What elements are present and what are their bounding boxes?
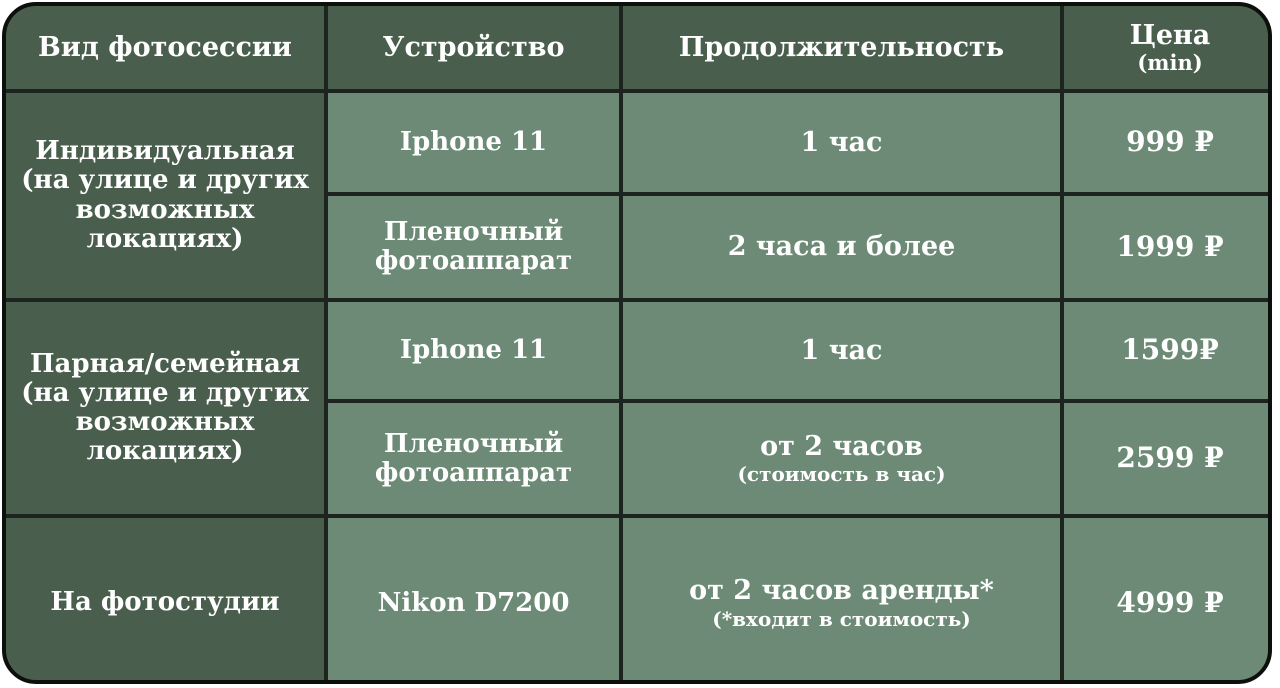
category-line: (на улице и других — [21, 377, 309, 408]
duration-cell: 2 часа и более — [623, 196, 1060, 298]
price-value: 1999 ₽ — [1116, 229, 1224, 263]
price-value: 1599₽ — [1121, 333, 1219, 367]
header-price-sub: (min) — [1137, 49, 1203, 75]
header-device-label: Устройство — [382, 31, 565, 63]
duration-note: (*входит в стоимость) — [712, 606, 971, 631]
category-line: локациях) — [86, 436, 244, 467]
duration-note: (стоимость в час) — [737, 462, 946, 487]
category-pair-family: Парная/семейная (на улице и других возмо… — [6, 302, 324, 514]
duration-cell: 1 час — [623, 93, 1060, 192]
header-price-label: Цена — [1129, 20, 1211, 52]
category-line: возможных — [75, 194, 255, 225]
header-duration-label: Продолжительность — [678, 31, 1005, 63]
price-value: 2599 ₽ — [1116, 441, 1224, 475]
category-individual: Индивидуальная (на улице и других возмож… — [6, 93, 324, 298]
header-type: Вид фотосессии — [6, 6, 324, 89]
device-cell: Iphone 11 — [328, 302, 619, 399]
category-line: Индивидуальная — [35, 136, 295, 167]
duration-text: 1 час — [800, 334, 883, 366]
price-cell: 2599 ₽ — [1064, 403, 1268, 514]
header-price: Цена (min) — [1064, 6, 1268, 89]
price-value: 999 ₽ — [1126, 125, 1214, 159]
category-line: возможных — [75, 407, 255, 437]
duration-text: от 2 часов аренды* — [689, 575, 994, 607]
category-line: (на улице и других — [21, 165, 309, 196]
duration-cell: 1 час — [623, 302, 1060, 399]
device-name: Iphone 11 — [399, 335, 548, 366]
device-name: Nikon D7200 — [377, 587, 570, 618]
device-cell: Пленочный фотоаппарат — [328, 196, 619, 298]
device-name: Пленочный — [383, 428, 564, 459]
duration-text: 2 часа и более — [727, 231, 956, 263]
device-cell: Iphone 11 — [328, 93, 619, 192]
header-type-label: Вид фотосессии — [38, 31, 292, 63]
category-line: локациях) — [86, 223, 244, 254]
price-cell: 999 ₽ — [1064, 93, 1268, 192]
price-table: Вид фотосессии Устройство Продолжительно… — [2, 2, 1272, 684]
device-name: фотоаппарат — [374, 457, 573, 488]
duration-text: от 2 часов — [760, 430, 923, 462]
device-cell: Nikon D7200 — [328, 518, 619, 680]
category-line: На фотостудии — [50, 587, 280, 618]
price-value: 4999 ₽ — [1116, 585, 1224, 619]
device-cell: Пленочный фотоаппарат — [328, 403, 619, 514]
duration-text: 1 час — [800, 126, 883, 158]
header-device: Устройство — [328, 6, 619, 89]
device-name: Iphone 11 — [399, 127, 548, 158]
price-cell: 1599₽ — [1064, 302, 1268, 399]
device-name: фотоаппарат — [374, 246, 573, 276]
duration-cell: от 2 часов (стоимость в час) — [623, 403, 1060, 514]
price-cell: 4999 ₽ — [1064, 518, 1268, 680]
header-duration: Продолжительность — [623, 6, 1060, 89]
category-line: Парная/семейная — [29, 348, 301, 379]
price-cell: 1999 ₽ — [1064, 196, 1268, 298]
device-name: Пленочный — [383, 217, 564, 248]
category-studio: На фотостудии — [6, 518, 324, 680]
duration-cell: от 2 часов аренды* (*входит в стоимость) — [623, 518, 1060, 680]
